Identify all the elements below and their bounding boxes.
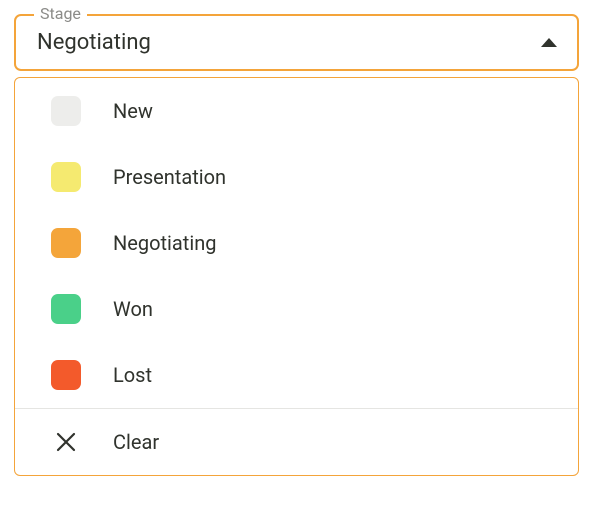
swatch-lost xyxy=(51,360,81,390)
option-negotiating[interactable]: Negotiating xyxy=(15,210,578,276)
option-clear[interactable]: Clear xyxy=(15,409,578,475)
stage-select-container: Stage Negotiating New Presentation Negot… xyxy=(14,14,579,476)
close-icon xyxy=(51,427,81,457)
option-label-new: New xyxy=(113,99,153,123)
swatch-presentation xyxy=(51,162,81,192)
option-presentation[interactable]: Presentation xyxy=(15,144,578,210)
option-label-won: Won xyxy=(113,297,153,321)
option-label-negotiating: Negotiating xyxy=(113,231,216,255)
option-won[interactable]: Won xyxy=(15,276,578,342)
stage-selected-value: Negotiating xyxy=(37,30,151,55)
clear-label: Clear xyxy=(113,430,159,454)
swatch-won xyxy=(51,294,81,324)
option-lost[interactable]: Lost xyxy=(15,342,578,408)
chevron-up-icon xyxy=(541,38,557,47)
option-new[interactable]: New xyxy=(15,78,578,144)
option-label-presentation: Presentation xyxy=(113,165,226,189)
stage-field-label: Stage xyxy=(34,4,87,23)
swatch-negotiating xyxy=(51,228,81,258)
stage-select-box[interactable]: Negotiating xyxy=(14,14,579,71)
swatch-new xyxy=(51,96,81,126)
option-label-lost: Lost xyxy=(113,363,152,387)
stage-dropdown: New Presentation Negotiating Won Lost xyxy=(14,77,579,476)
